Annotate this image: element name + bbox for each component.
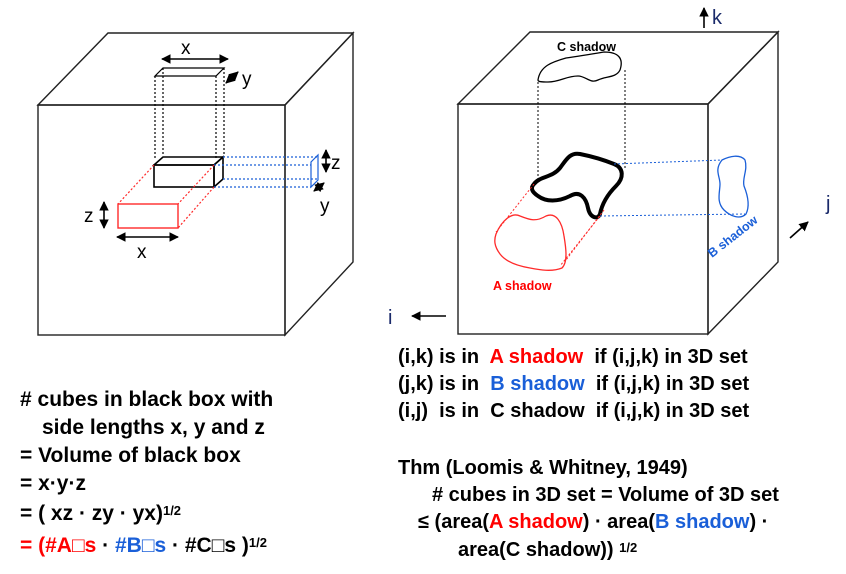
left-line-6-c-count: · #C□s ) bbox=[166, 534, 249, 557]
left-line-6-b-count: #B□s bbox=[114, 534, 167, 557]
rule-a-prefix: (i,k) is in bbox=[398, 346, 485, 368]
theorem-title: Thm (Loomis & Whitney, 1949) bbox=[398, 457, 688, 479]
left-line-6: = (#A□s · #B□s · #C□s )1/2 bbox=[20, 532, 267, 559]
left-cube bbox=[36, 31, 355, 337]
c-shadow-outline bbox=[537, 51, 622, 83]
left-line-1: # cubes in black box with bbox=[20, 388, 274, 411]
theorem-line-1: # cubes in 3D set = Volume of 3D set bbox=[432, 484, 779, 506]
theorem-line-2: ≤ (area(A shadow) · area(B shadow) · bbox=[418, 509, 768, 536]
left-line-5-text: = ( xz · zy · yx) bbox=[20, 502, 163, 525]
red-projection bbox=[117, 164, 215, 229]
axis-k-label: k bbox=[712, 7, 723, 29]
rule-b-shadow: B shadow bbox=[490, 373, 585, 395]
a-shadow-label: A shadow bbox=[493, 279, 552, 293]
right-rule-c: (i,j) is in C shadow if (i,j,k) in 3D se… bbox=[398, 400, 750, 422]
left-line-3: = Volume of black box bbox=[20, 444, 241, 467]
b-shadow-outline bbox=[717, 155, 749, 218]
label-z-right: z bbox=[331, 153, 341, 174]
left-line-6-open: = ( bbox=[20, 534, 46, 557]
left-line-2: side lengths x, y and z bbox=[42, 416, 265, 439]
thm-a-shadow: A shadow bbox=[489, 511, 583, 533]
thm-line-2-close: ) · bbox=[749, 511, 769, 533]
rule-a-shadow: A shadow bbox=[489, 346, 584, 368]
rule-b-suffix: if (i,j,k) in 3D set bbox=[584, 373, 750, 395]
theorem-line-3: area(C shadow)) 1/2 bbox=[458, 537, 637, 564]
label-z-left: z bbox=[84, 206, 94, 227]
a-projection bbox=[495, 183, 605, 267]
thm-line-3-text: area(C shadow)) bbox=[458, 539, 614, 561]
thm-line-3-exponent: 1/2 bbox=[619, 540, 638, 555]
thm-line-2-mid: ) · area( bbox=[582, 511, 655, 533]
left-dimension-arrows bbox=[99, 54, 331, 242]
left-line-6-exponent: 1/2 bbox=[248, 535, 267, 550]
a-shadow-outline bbox=[494, 214, 567, 271]
right-rule-b: (j,k) is in B shadow if (i,j,k) in 3D se… bbox=[398, 371, 749, 398]
blue-projection bbox=[214, 153, 319, 189]
left-line-5: = ( xz · zy · yx)1/2 bbox=[20, 500, 181, 527]
axis-j-label: j bbox=[825, 193, 830, 215]
b-shadow-label: B shadow bbox=[705, 213, 760, 261]
thm-b-shadow: B shadow bbox=[654, 511, 750, 533]
left-line-6-a-count: #A□s bbox=[45, 534, 97, 557]
left-top-box bbox=[153, 67, 226, 160]
set-3d-outline bbox=[529, 151, 624, 220]
black-box bbox=[151, 155, 226, 189]
left-line-5-exponent: 1/2 bbox=[162, 503, 182, 518]
label-x-bottom: x bbox=[137, 242, 147, 263]
rule-a-suffix: if (i,j,k) in 3D set bbox=[583, 346, 748, 368]
right-rule-a: (i,k) is in A shadow if (i,j,k) in 3D se… bbox=[398, 344, 748, 371]
c-shadow-label: C shadow bbox=[557, 40, 616, 54]
axis-labels: k j i bbox=[388, 7, 830, 329]
axis-i-label: i bbox=[388, 307, 392, 329]
left-line-4: = x·y·z bbox=[20, 472, 86, 495]
label-x-top: x bbox=[181, 38, 191, 59]
rule-b-prefix: (j,k) is in bbox=[398, 373, 485, 395]
label-y-right: y bbox=[320, 196, 330, 217]
left-dimension-labels: x y z y z x bbox=[84, 38, 341, 263]
label-y-top: y bbox=[242, 69, 252, 90]
left-line-6-dot: · bbox=[96, 534, 115, 557]
thm-line-2-open: ≤ (area( bbox=[418, 511, 490, 533]
